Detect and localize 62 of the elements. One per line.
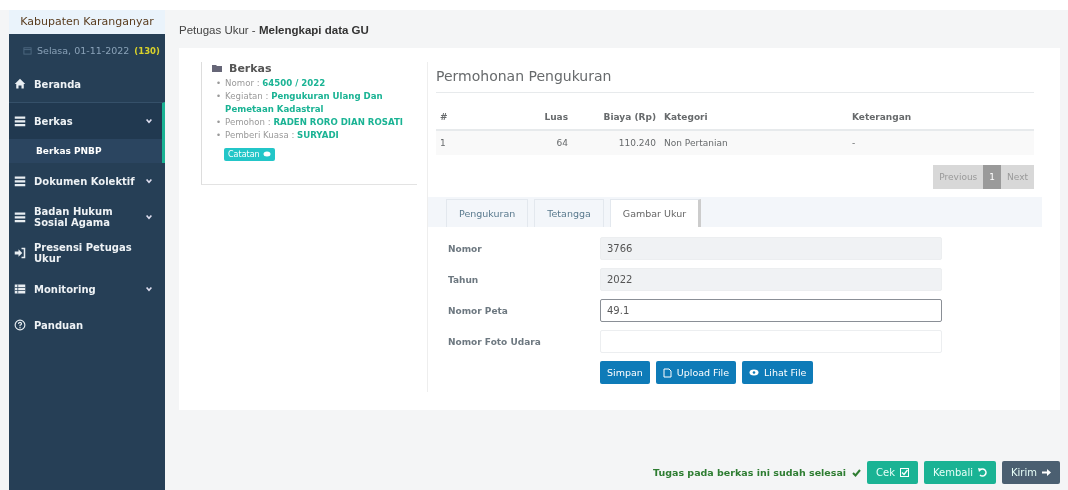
list-icon bbox=[14, 115, 26, 127]
field-label: Nomor Foto Udara bbox=[448, 336, 542, 347]
bullet: • bbox=[216, 90, 222, 103]
menu-item[interactable]: Berkas bbox=[9, 102, 165, 139]
page-title: Petugas Ukur - Melengkapi data GU bbox=[179, 24, 370, 36]
arrow-right-icon bbox=[1042, 468, 1051, 477]
info-item: Nomor : 64500 / 2022 bbox=[225, 77, 326, 90]
comment-icon bbox=[262, 151, 271, 158]
calendar-icon bbox=[23, 46, 32, 55]
tab[interactable]: Gambar Ukur bbox=[609, 199, 702, 227]
list-icon bbox=[14, 211, 26, 223]
chevron-icon bbox=[145, 117, 153, 125]
bullet: • bbox=[216, 116, 222, 129]
menu-item[interactable]: Panduan bbox=[9, 307, 165, 343]
input-field[interactable]: 3766 bbox=[600, 237, 942, 260]
table-cell: 110.240 bbox=[572, 130, 660, 155]
save-button[interactable]: Simpan bbox=[600, 361, 650, 384]
table-cell: 64 bbox=[524, 130, 572, 155]
view-button[interactable]: Lihat File bbox=[742, 361, 814, 384]
menu-item[interactable]: Badan Hukum Sosial Agama bbox=[9, 199, 165, 235]
field-label: Tahun bbox=[448, 274, 480, 285]
section-title: Berkas bbox=[229, 62, 272, 75]
bullet: • bbox=[216, 77, 222, 90]
region-name: Kabupaten Karanganyar bbox=[9, 10, 165, 34]
table-cell: 1 bbox=[436, 130, 524, 155]
eye-icon bbox=[749, 369, 759, 376]
count-text: (130) bbox=[134, 45, 160, 56]
table-icon bbox=[14, 283, 26, 295]
status-text: Tugas pada berkas ini sudah selesai bbox=[652, 467, 847, 478]
submenu-item[interactable]: Berkas PNBP bbox=[9, 139, 165, 163]
menu-item[interactable]: Dokumen Kolektif bbox=[9, 163, 165, 199]
chevron-icon bbox=[145, 213, 153, 221]
menu-item[interactable]: Monitoring bbox=[9, 271, 165, 307]
menu-item[interactable]: Beranda bbox=[9, 66, 165, 102]
file-icon bbox=[662, 367, 672, 378]
menu-item[interactable]: Presensi Petugas Ukur bbox=[9, 235, 165, 271]
info-item: Pemberi Kuasa : SURYADI bbox=[225, 129, 339, 142]
send-button[interactable]: Kirim bbox=[1002, 461, 1060, 484]
table-cell: - bbox=[848, 130, 1034, 155]
tab[interactable]: Tetangga bbox=[534, 199, 604, 227]
undo-icon bbox=[978, 468, 988, 477]
field-label: Nomor bbox=[448, 243, 483, 254]
check-icon bbox=[852, 468, 862, 477]
tab[interactable]: Pengukuran bbox=[446, 199, 529, 227]
table-cell: Non Pertanian bbox=[660, 130, 848, 155]
info-item: Kegiatan : Pengukuran Ulang Dan Pemetaan Kadastral bbox=[225, 90, 384, 116]
field-label: Nomor Peta bbox=[448, 305, 509, 316]
chevron-icon bbox=[145, 177, 153, 185]
upload-button[interactable]: Upload File bbox=[655, 361, 736, 384]
help-icon bbox=[14, 319, 26, 331]
home-icon bbox=[14, 78, 26, 90]
checkbox-icon bbox=[900, 468, 910, 477]
section-title: Permohonan Pengukuran bbox=[436, 62, 1034, 93]
chevron-icon bbox=[145, 285, 153, 293]
list-icon bbox=[14, 175, 26, 187]
input-field[interactable]: 49.1 bbox=[600, 299, 942, 322]
info-item: Pemohon : RADEN RORO DIAN ROSATI bbox=[225, 116, 403, 129]
sign-in-icon bbox=[14, 247, 26, 259]
bullet: • bbox=[216, 129, 222, 142]
date-text: Selasa, 01-11-2022 bbox=[37, 45, 130, 56]
input-field[interactable]: 2022 bbox=[600, 268, 942, 291]
folder-icon bbox=[212, 64, 223, 73]
